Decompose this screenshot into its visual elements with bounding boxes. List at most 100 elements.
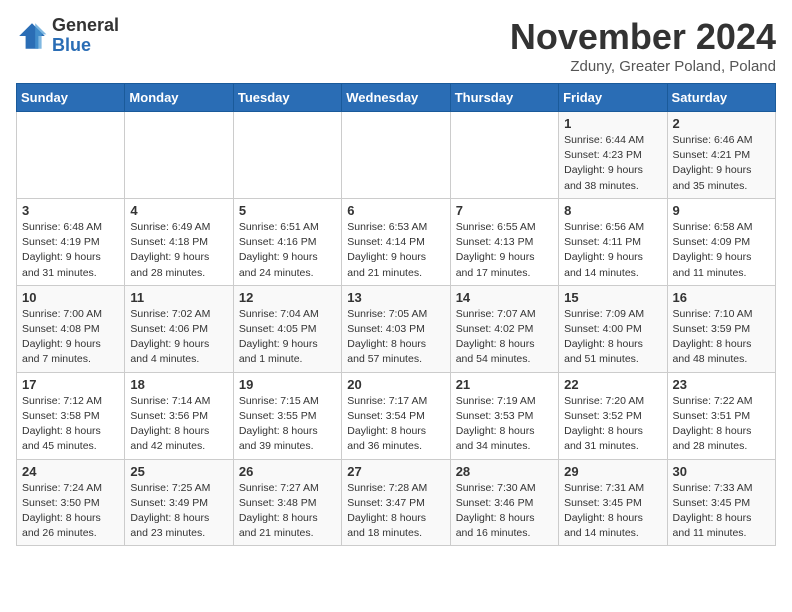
calendar-cell: 25 Sunrise: 7:25 AM Sunset: 3:49 PM Dayli…: [125, 459, 233, 546]
day-number: 5: [239, 203, 336, 218]
day-number: 7: [456, 203, 553, 218]
day-info: Sunrise: 6:51 AM Sunset: 4:16 PM Dayligh…: [239, 220, 336, 281]
day-info: Sunrise: 7:14 AM Sunset: 3:56 PM Dayligh…: [130, 394, 227, 455]
logo-general: General: [52, 16, 119, 36]
day-info: Sunrise: 7:05 AM Sunset: 4:03 PM Dayligh…: [347, 307, 444, 368]
calendar-cell: 24 Sunrise: 7:24 AM Sunset: 3:50 PM Dayli…: [17, 459, 125, 546]
day-number: 2: [673, 116, 770, 131]
col-wednesday: Wednesday: [342, 84, 450, 112]
day-info: Sunrise: 7:10 AM Sunset: 3:59 PM Dayligh…: [673, 307, 770, 368]
day-number: 13: [347, 290, 444, 305]
day-info: Sunrise: 7:04 AM Sunset: 4:05 PM Dayligh…: [239, 307, 336, 368]
day-info: Sunrise: 7:33 AM Sunset: 3:45 PM Dayligh…: [673, 481, 770, 542]
calendar-table: Sunday Monday Tuesday Wednesday Thursday…: [16, 83, 776, 546]
logo-text: General Blue: [52, 16, 119, 56]
day-info: Sunrise: 6:58 AM Sunset: 4:09 PM Dayligh…: [673, 220, 770, 281]
calendar-cell: 15 Sunrise: 7:09 AM Sunset: 4:00 PM Dayli…: [559, 285, 667, 372]
day-info: Sunrise: 7:28 AM Sunset: 3:47 PM Dayligh…: [347, 481, 444, 542]
day-info: Sunrise: 7:02 AM Sunset: 4:06 PM Dayligh…: [130, 307, 227, 368]
day-number: 20: [347, 377, 444, 392]
calendar-cell: 23 Sunrise: 7:22 AM Sunset: 3:51 PM Dayli…: [667, 372, 775, 459]
calendar-cell: 6 Sunrise: 6:53 AM Sunset: 4:14 PM Daylig…: [342, 198, 450, 285]
calendar-cell: 9Sunrise: 6:58 AM Sunset: 4:09 PM Daylig…: [667, 198, 775, 285]
day-number: 24: [22, 464, 119, 479]
calendar-cell: 11Sunrise: 7:02 AM Sunset: 4:06 PM Dayli…: [125, 285, 233, 372]
location: Zduny, Greater Poland, Poland: [510, 58, 776, 75]
col-monday: Monday: [125, 84, 233, 112]
day-info: Sunrise: 6:48 AM Sunset: 4:19 PM Dayligh…: [22, 220, 119, 281]
day-number: 8: [564, 203, 661, 218]
day-info: Sunrise: 6:49 AM Sunset: 4:18 PM Dayligh…: [130, 220, 227, 281]
day-number: 28: [456, 464, 553, 479]
calendar-cell: [17, 112, 125, 199]
day-number: 19: [239, 377, 336, 392]
col-saturday: Saturday: [667, 84, 775, 112]
calendar-cell: [342, 112, 450, 199]
day-info: Sunrise: 6:56 AM Sunset: 4:11 PM Dayligh…: [564, 220, 661, 281]
calendar-cell: [450, 112, 558, 199]
title-block: November 2024 Zduny, Greater Poland, Pol…: [510, 16, 776, 75]
day-number: 3: [22, 203, 119, 218]
day-number: 23: [673, 377, 770, 392]
calendar-cell: 27 Sunrise: 7:28 AM Sunset: 3:47 PM Dayli…: [342, 459, 450, 546]
day-number: 10: [22, 290, 119, 305]
calendar-cell: 19 Sunrise: 7:15 AM Sunset: 3:55 PM Dayli…: [233, 372, 341, 459]
day-number: 22: [564, 377, 661, 392]
day-info: Sunrise: 7:00 AM Sunset: 4:08 PM Dayligh…: [22, 307, 119, 368]
day-number: 14: [456, 290, 553, 305]
day-number: 26: [239, 464, 336, 479]
day-info: Sunrise: 7:27 AM Sunset: 3:48 PM Dayligh…: [239, 481, 336, 542]
day-number: 12: [239, 290, 336, 305]
calendar-cell: 3 Sunrise: 6:48 AM Sunset: 4:19 PM Daylig…: [17, 198, 125, 285]
calendar-cell: 12 Sunrise: 7:04 AM Sunset: 4:05 PM Dayli…: [233, 285, 341, 372]
day-info: Sunrise: 7:24 AM Sunset: 3:50 PM Dayligh…: [22, 481, 119, 542]
calendar-cell: 10 Sunrise: 7:00 AM Sunset: 4:08 PM Dayli…: [17, 285, 125, 372]
calendar-body: 1 Sunrise: 6:44 AM Sunset: 4:23 PM Daylig…: [17, 112, 776, 546]
calendar-cell: 8 Sunrise: 6:56 AM Sunset: 4:11 PM Daylig…: [559, 198, 667, 285]
calendar-cell: [125, 112, 233, 199]
day-info: Sunrise: 6:44 AM Sunset: 4:23 PM Dayligh…: [564, 133, 661, 194]
calendar-cell: 22 Sunrise: 7:20 AM Sunset: 3:52 PM Dayli…: [559, 372, 667, 459]
header-row: Sunday Monday Tuesday Wednesday Thursday…: [17, 84, 776, 112]
calendar-week-2: 3 Sunrise: 6:48 AM Sunset: 4:19 PM Daylig…: [17, 198, 776, 285]
col-thursday: Thursday: [450, 84, 558, 112]
day-number: 1: [564, 116, 661, 131]
calendar-cell: 29Sunrise: 7:31 AM Sunset: 3:45 PM Dayli…: [559, 459, 667, 546]
day-number: 15: [564, 290, 661, 305]
month-title: November 2024: [510, 16, 776, 58]
day-info: Sunrise: 6:55 AM Sunset: 4:13 PM Dayligh…: [456, 220, 553, 281]
day-info: Sunrise: 7:07 AM Sunset: 4:02 PM Dayligh…: [456, 307, 553, 368]
calendar-cell: 14 Sunrise: 7:07 AM Sunset: 4:02 PM Dayli…: [450, 285, 558, 372]
day-info: Sunrise: 7:31 AM Sunset: 3:45 PM Dayligh…: [564, 481, 661, 542]
day-number: 27: [347, 464, 444, 479]
calendar-cell: 1 Sunrise: 6:44 AM Sunset: 4:23 PM Daylig…: [559, 112, 667, 199]
day-info: Sunrise: 7:25 AM Sunset: 3:49 PM Dayligh…: [130, 481, 227, 542]
calendar-cell: 20 Sunrise: 7:17 AM Sunset: 3:54 PM Dayli…: [342, 372, 450, 459]
calendar-week-3: 10 Sunrise: 7:00 AM Sunset: 4:08 PM Dayli…: [17, 285, 776, 372]
calendar-week-4: 17Sunrise: 7:12 AM Sunset: 3:58 PM Dayli…: [17, 372, 776, 459]
day-number: 6: [347, 203, 444, 218]
day-info: Sunrise: 7:09 AM Sunset: 4:00 PM Dayligh…: [564, 307, 661, 368]
calendar-header: Sunday Monday Tuesday Wednesday Thursday…: [17, 84, 776, 112]
col-sunday: Sunday: [17, 84, 125, 112]
calendar-cell: 16Sunrise: 7:10 AM Sunset: 3:59 PM Dayli…: [667, 285, 775, 372]
col-friday: Friday: [559, 84, 667, 112]
day-number: 21: [456, 377, 553, 392]
day-number: 25: [130, 464, 227, 479]
day-info: Sunrise: 7:22 AM Sunset: 3:51 PM Dayligh…: [673, 394, 770, 455]
col-tuesday: Tuesday: [233, 84, 341, 112]
logo-icon: [16, 20, 48, 52]
calendar-cell: 7 Sunrise: 6:55 AM Sunset: 4:13 PM Daylig…: [450, 198, 558, 285]
calendar-cell: 5 Sunrise: 6:51 AM Sunset: 4:16 PM Daylig…: [233, 198, 341, 285]
logo: General Blue: [16, 16, 119, 56]
day-number: 18: [130, 377, 227, 392]
day-number: 30: [673, 464, 770, 479]
day-info: Sunrise: 7:19 AM Sunset: 3:53 PM Dayligh…: [456, 394, 553, 455]
calendar-cell: 17Sunrise: 7:12 AM Sunset: 3:58 PM Dayli…: [17, 372, 125, 459]
day-info: Sunrise: 7:20 AM Sunset: 3:52 PM Dayligh…: [564, 394, 661, 455]
day-info: Sunrise: 6:53 AM Sunset: 4:14 PM Dayligh…: [347, 220, 444, 281]
day-info: Sunrise: 7:17 AM Sunset: 3:54 PM Dayligh…: [347, 394, 444, 455]
day-info: Sunrise: 7:30 AM Sunset: 3:46 PM Dayligh…: [456, 481, 553, 542]
day-info: Sunrise: 7:15 AM Sunset: 3:55 PM Dayligh…: [239, 394, 336, 455]
calendar-week-1: 1 Sunrise: 6:44 AM Sunset: 4:23 PM Daylig…: [17, 112, 776, 199]
